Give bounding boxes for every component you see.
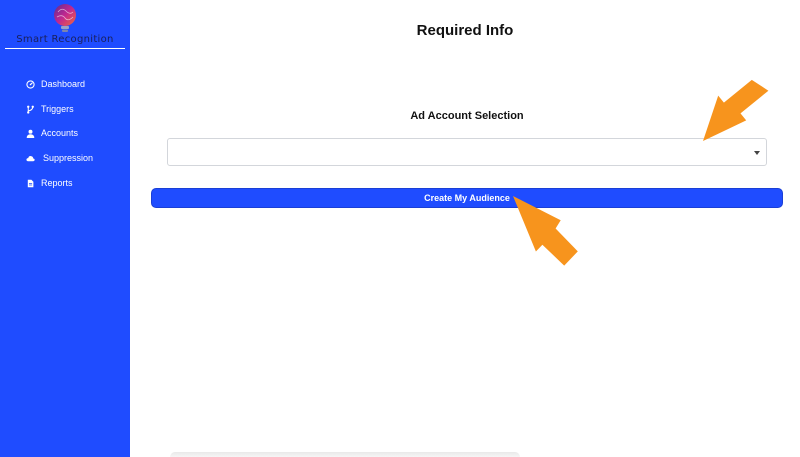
sidebar-item-triggers[interactable]: Triggers bbox=[26, 101, 74, 117]
lightbulb-brain-icon bbox=[54, 4, 76, 32]
cloud-icon bbox=[26, 155, 35, 161]
sidebar-item-accounts[interactable]: Accounts bbox=[26, 125, 78, 141]
caret-down-icon bbox=[754, 151, 760, 155]
sidebar-item-label: Reports bbox=[41, 178, 73, 188]
sidebar-item-label: Triggers bbox=[41, 104, 74, 114]
bottom-shadow bbox=[170, 452, 520, 457]
ad-account-label: Ad Account Selection bbox=[410, 110, 524, 122]
sidebar-item-dashboard[interactable]: Dashboard bbox=[26, 76, 85, 92]
sidebar-item-label: Accounts bbox=[41, 128, 79, 138]
user-icon bbox=[26, 129, 35, 138]
create-audience-button[interactable]: Create My Audience bbox=[151, 188, 783, 208]
sidebar: Smart Recognition Dashboard Triggers Acc… bbox=[0, 0, 130, 457]
document-icon bbox=[27, 179, 34, 187]
branch-icon bbox=[27, 105, 34, 114]
logo-divider bbox=[5, 48, 125, 49]
sidebar-item-reports[interactable]: Reports bbox=[26, 175, 73, 191]
brand-name: Smart Recognition bbox=[16, 34, 114, 45]
brand-logo[interactable]: Smart Recognition bbox=[0, 0, 130, 52]
sidebar-item-label: Suppression bbox=[43, 153, 94, 163]
ad-account-select[interactable] bbox=[167, 138, 767, 166]
sidebar-item-label: Dashboard bbox=[41, 79, 86, 89]
dashboard-icon bbox=[26, 79, 35, 89]
sidebar-item-suppression[interactable]: Suppression bbox=[26, 150, 93, 166]
page-title: Required Info bbox=[416, 22, 514, 39]
